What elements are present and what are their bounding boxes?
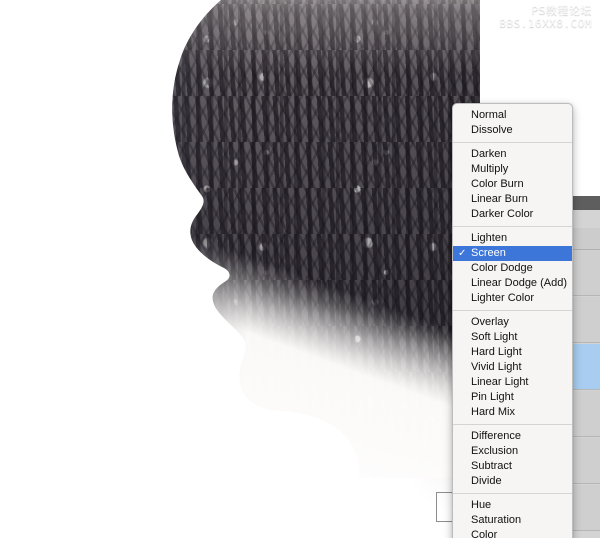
menu-group: Normal Dissolve xyxy=(453,108,572,138)
photoshop-screenshot: els 1 ck & W 7 6 xyxy=(0,0,600,538)
portrait-silhouette xyxy=(60,0,480,478)
menu-item-label: Multiply xyxy=(471,163,509,175)
menu-item-label: Soft Light xyxy=(471,331,518,343)
menu-item-darker-color[interactable]: Darker Color xyxy=(453,207,572,222)
checkmark-icon: ✓ xyxy=(458,248,467,259)
menu-item-dissolve[interactable]: Dissolve xyxy=(453,123,572,138)
menu-item-label: Pin Light xyxy=(471,391,514,403)
menu-item-hard-mix[interactable]: Hard Mix xyxy=(453,405,572,420)
menu-separator xyxy=(453,493,572,494)
menu-group: Difference Exclusion Subtract Divide xyxy=(453,429,572,489)
menu-group: Overlay Soft Light Hard Light Vivid Light Li… xyxy=(453,315,572,420)
menu-item-label: Color Dodge xyxy=(471,262,533,274)
menu-item-color-dodge[interactable]: Color Dodge xyxy=(453,261,572,276)
menu-item-label: Lighter Color xyxy=(471,292,534,304)
menu-item-label: Color Burn xyxy=(471,178,524,190)
watermark-line-2: BBS.16XX8.COM xyxy=(499,17,592,31)
menu-item-color-burn[interactable]: Color Burn xyxy=(453,177,572,192)
menu-separator xyxy=(453,226,572,227)
menu-item-label: Linear Dodge (Add) xyxy=(471,277,568,289)
menu-item-label: Difference xyxy=(471,430,521,442)
menu-item-label: Darker Color xyxy=(471,208,534,220)
menu-item-linear-burn[interactable]: Linear Burn xyxy=(453,192,572,207)
menu-item-label: Hard Mix xyxy=(471,406,516,418)
menu-group: HueSaturationColorLuminosity xyxy=(453,498,572,538)
menu-item-linear-dodge-add[interactable]: Linear Dodge (Add) xyxy=(453,276,572,291)
menu-item-soft-light[interactable]: Soft Light xyxy=(453,330,572,345)
menu-item-label: Overlay xyxy=(471,316,509,328)
menu-item-difference[interactable]: Difference xyxy=(453,429,572,444)
menu-item-screen[interactable]: ✓ Screen xyxy=(453,246,572,261)
menu-item-color[interactable]: Color xyxy=(453,528,572,538)
menu-item-vivid-light[interactable]: Vivid Light xyxy=(453,360,572,375)
menu-item-lighter-color[interactable]: Lighter Color xyxy=(453,291,572,306)
menu-item-label: Screen xyxy=(471,247,506,259)
menu-item-hue[interactable]: Hue xyxy=(453,498,572,513)
menu-separator xyxy=(453,142,572,143)
menu-item-label: Dissolve xyxy=(471,124,513,136)
menu-item-label: Lighten xyxy=(471,232,508,244)
blending-mode-dropdown[interactable]: Normal Dissolve Darken Multiply Color Burn Li… xyxy=(452,103,573,538)
watermark-line-1: PS教程论坛 xyxy=(531,4,592,17)
menu-item-label: Normal xyxy=(471,109,507,121)
menu-item-label: Linear Burn xyxy=(471,193,528,205)
menu-item-label: Subtract xyxy=(471,460,512,472)
bottom-fade xyxy=(60,248,480,478)
menu-item-label: Vivid Light xyxy=(471,361,522,373)
menu-item-linear-light[interactable]: Linear Light xyxy=(453,375,572,390)
menu-item-label: Linear Light xyxy=(471,376,529,388)
menu-item-subtract[interactable]: Subtract xyxy=(453,459,572,474)
menu-item-normal[interactable]: Normal xyxy=(453,108,572,123)
menu-item-multiply[interactable]: Multiply xyxy=(453,162,572,177)
menu-item-lighten[interactable]: Lighten xyxy=(453,231,572,246)
menu-item-divide[interactable]: Divide xyxy=(453,474,572,489)
menu-item-label: Darken xyxy=(471,148,507,160)
menu-item-label: Hard Light xyxy=(471,346,522,358)
menu-item-hard-light[interactable]: Hard Light xyxy=(453,345,572,360)
menu-item-label: Color xyxy=(471,529,498,538)
menu-group: Darken Multiply Color Burn Linear Burn Darke… xyxy=(453,147,572,222)
menu-separator xyxy=(453,310,572,311)
menu-item-darken[interactable]: Darken xyxy=(453,147,572,162)
menu-separator xyxy=(453,424,572,425)
menu-item-label: Saturation xyxy=(471,514,522,526)
menu-group: Lighten ✓ Screen Color Dodge Linear Dodge (A… xyxy=(453,231,572,306)
menu-item-saturation[interactable]: Saturation xyxy=(453,513,572,528)
menu-item-exclusion[interactable]: Exclusion xyxy=(453,444,572,459)
menu-item-label: Exclusion xyxy=(471,445,519,457)
watermark: PS教程论坛 BBS.16XX8.COM xyxy=(499,4,592,31)
menu-item-label: Hue xyxy=(471,499,492,511)
menu-item-pin-light[interactable]: Pin Light xyxy=(453,390,572,405)
menu-item-label: Divide xyxy=(471,475,502,487)
menu-item-overlay[interactable]: Overlay xyxy=(453,315,572,330)
